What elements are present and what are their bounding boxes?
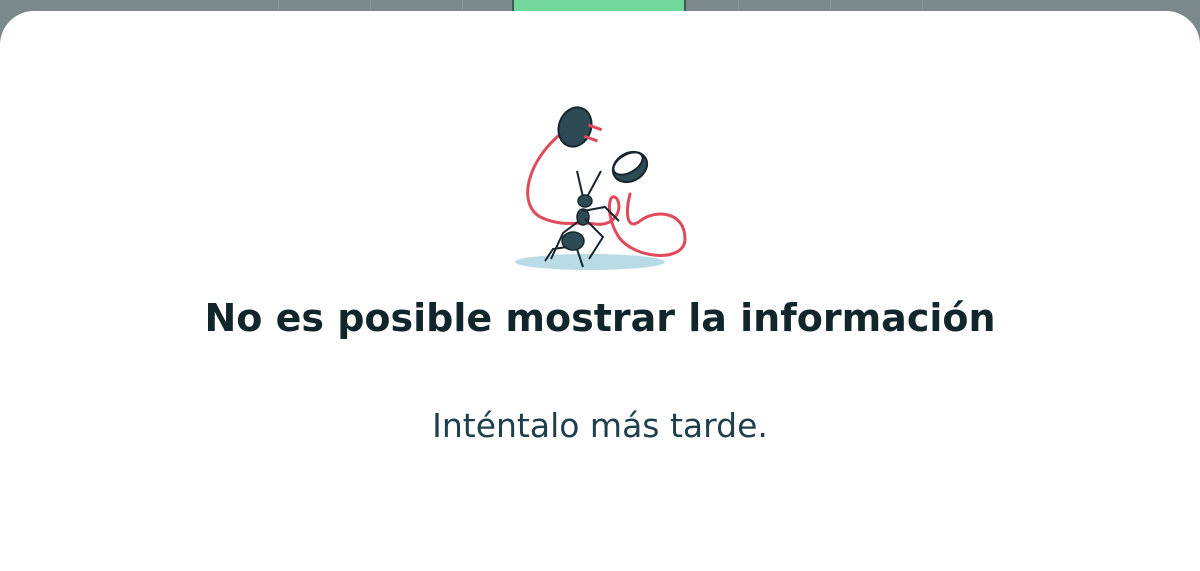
ant-unplugged-cable-illustration bbox=[505, 99, 700, 277]
error-message: Inténtalo más tarde. bbox=[432, 406, 768, 445]
bottom-sheet bbox=[0, 11, 1200, 571]
error-title: No es posible mostrar la información bbox=[204, 296, 996, 340]
